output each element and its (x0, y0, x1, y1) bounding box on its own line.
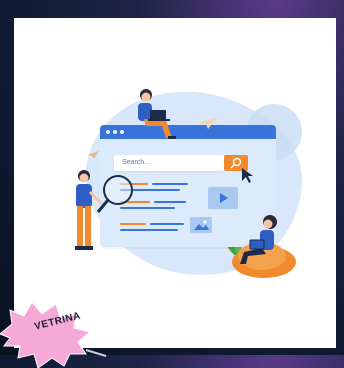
vetrina-badge (0, 301, 115, 368)
mouse-cursor-icon (242, 168, 253, 183)
person-with-magnifier (75, 170, 133, 250)
play-icon (220, 193, 228, 203)
window-dot-icon (106, 130, 110, 134)
result-text-line (152, 183, 188, 185)
paper-plane-icon (87, 151, 99, 159)
window-dot-icon (113, 130, 117, 134)
video-thumbnail (208, 187, 238, 209)
person-with-laptop (138, 89, 176, 139)
result-text-line (154, 201, 186, 203)
image-thumbnail (190, 217, 212, 233)
magnifier-icon (103, 175, 133, 205)
result-text-line (150, 223, 184, 225)
paper-plane-icon (197, 117, 217, 129)
image-icon (194, 220, 209, 230)
person-on-beanbag (232, 215, 296, 278)
